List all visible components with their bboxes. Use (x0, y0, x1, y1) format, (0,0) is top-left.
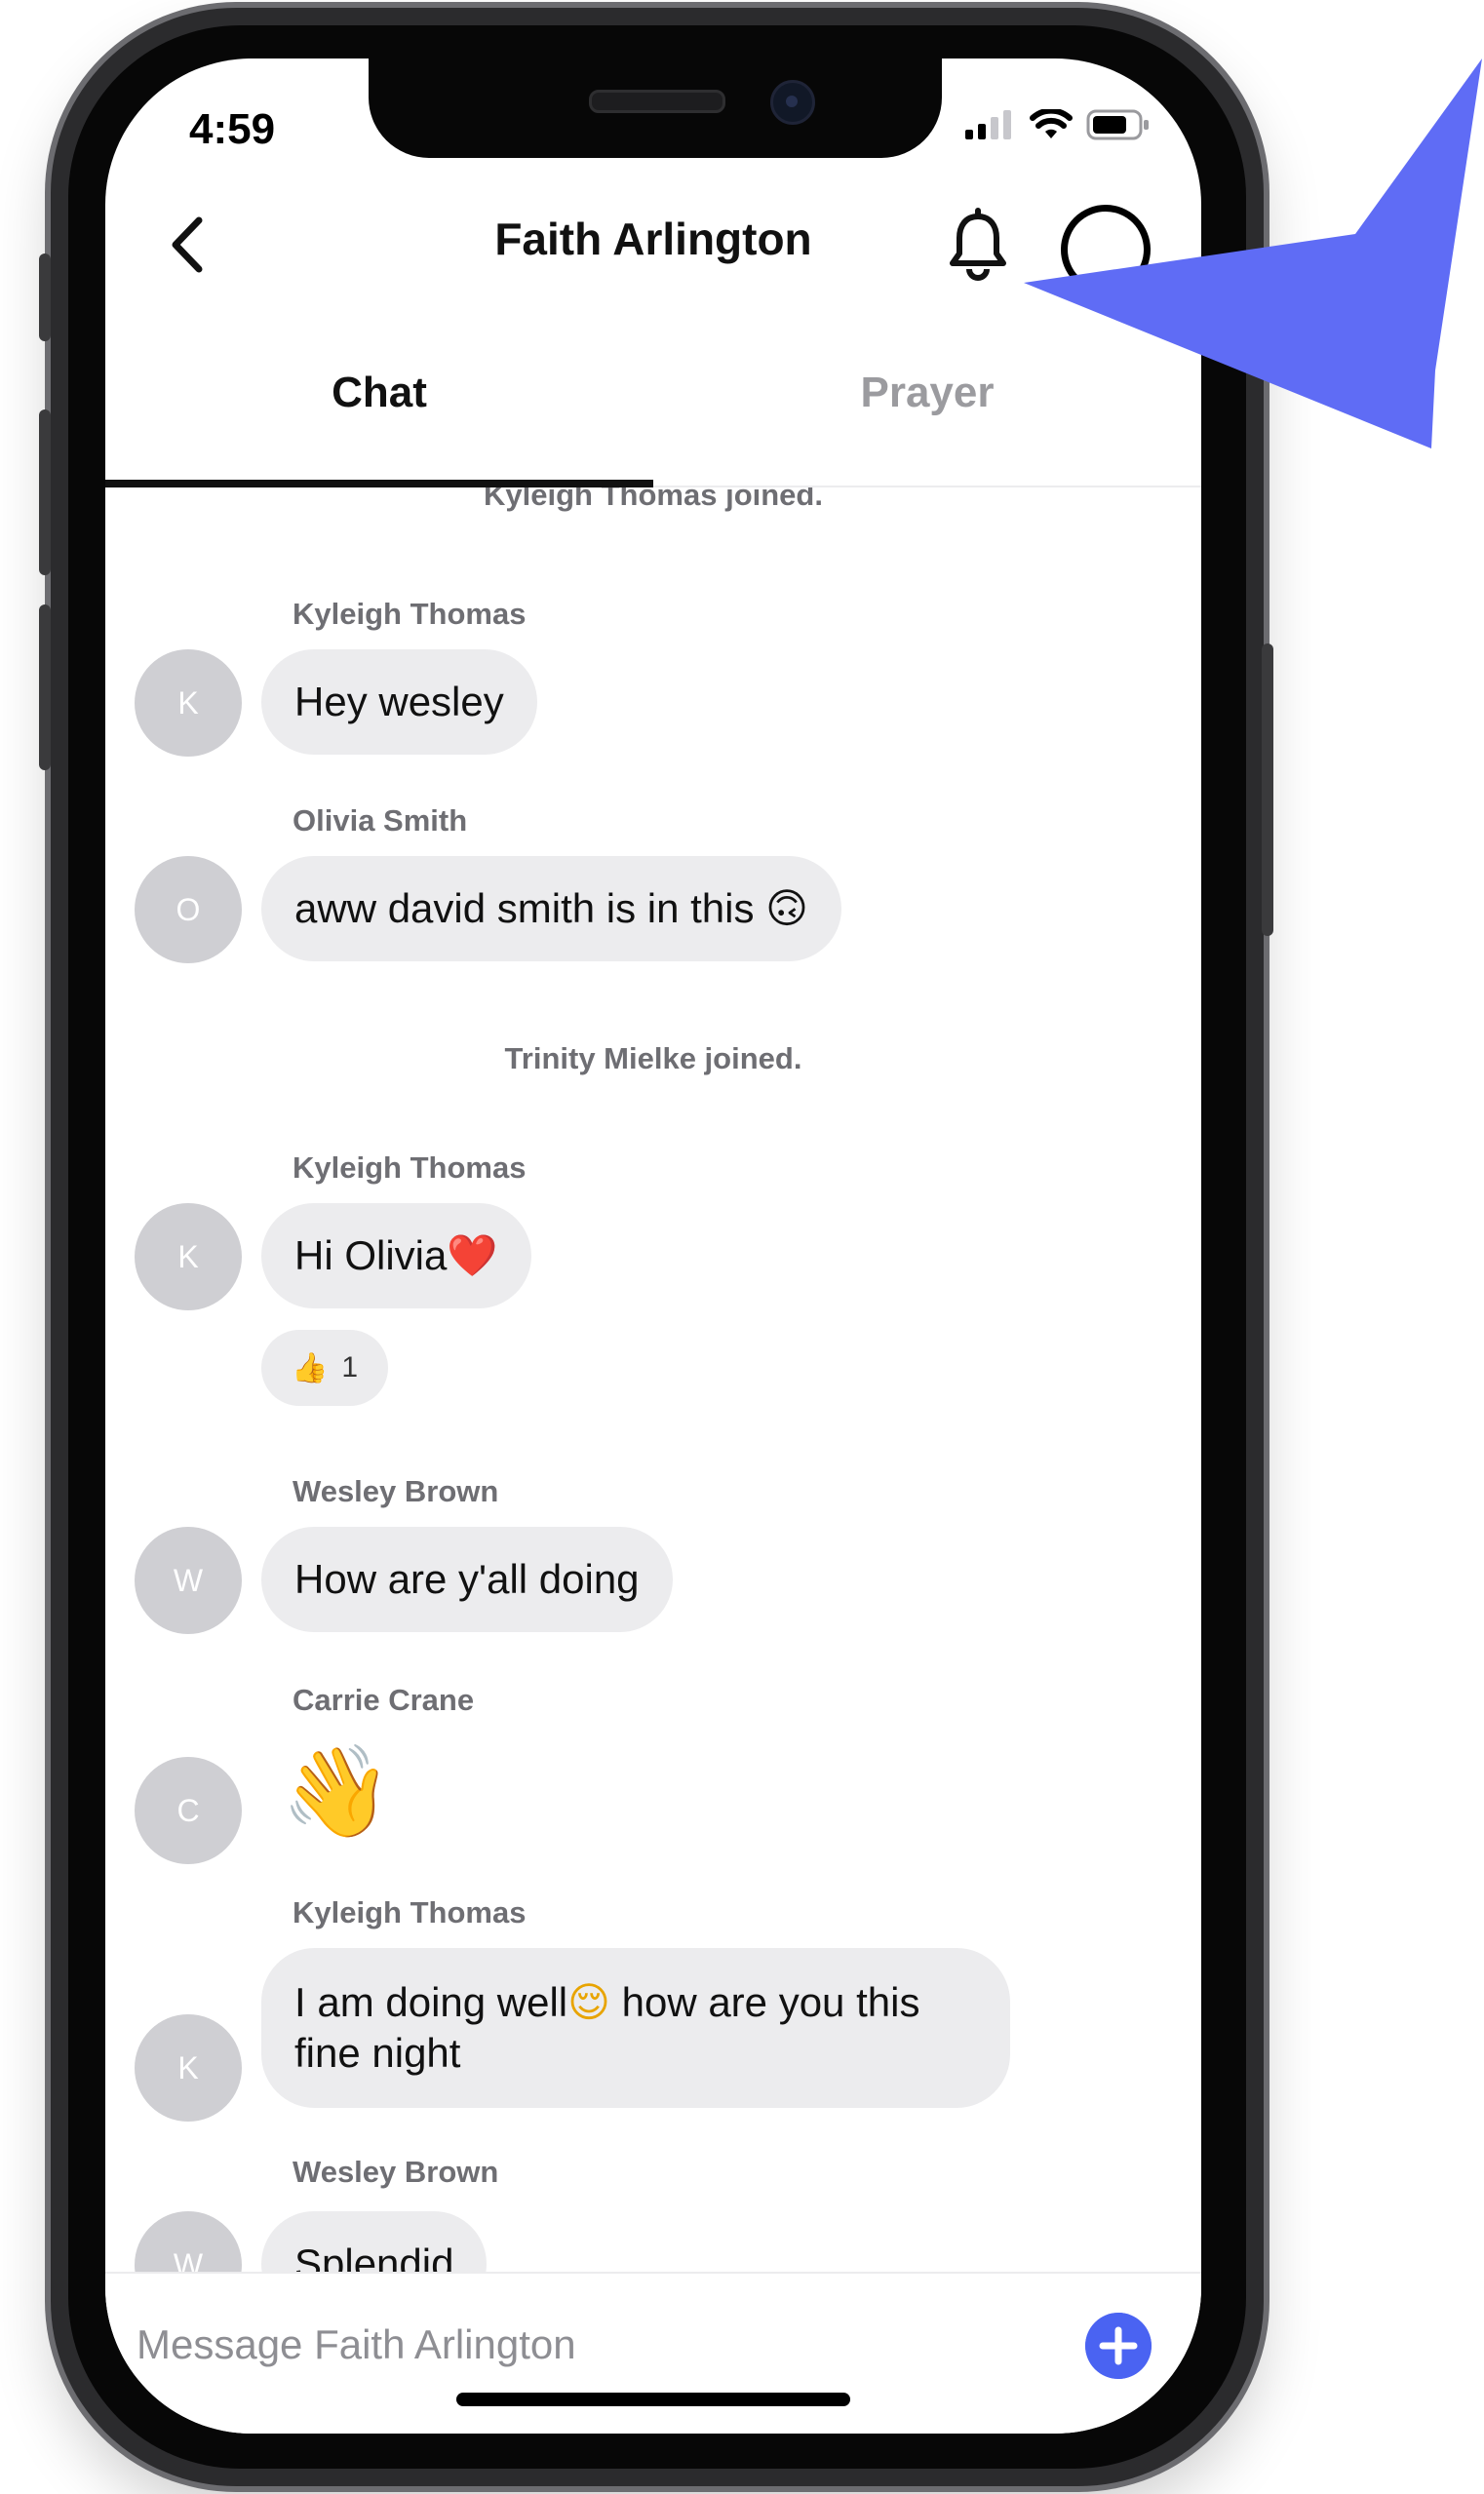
front-camera (770, 80, 815, 125)
message-text: How are y'all doing (294, 1556, 640, 1602)
avatar[interactable]: K (135, 2014, 242, 2122)
message-composer (105, 2272, 1201, 2434)
message-text: I am doing well (294, 1979, 568, 2025)
volume-down-button (39, 604, 51, 770)
message-sender: Wesley Brown (293, 2155, 499, 2189)
red-heart-emoji: ❤️ (447, 1231, 498, 1279)
message-sender: Kyleigh Thomas (293, 597, 527, 631)
earpiece-speaker (589, 90, 725, 113)
thumbs-up-icon: 👍 (291, 1350, 329, 1385)
power-button (1262, 643, 1273, 936)
avatar[interactable]: W (135, 2211, 242, 2272)
message-sender: Carrie Crane (293, 1683, 475, 1717)
avatar[interactable]: C (135, 1757, 242, 1864)
waving-hand-emoji[interactable]: 👋 (281, 1739, 393, 1845)
home-indicator[interactable] (456, 2393, 850, 2406)
message-bubble[interactable]: I am doing well😌 how are you this fine n… (261, 1948, 1010, 2108)
avatar[interactable]: W (135, 1527, 242, 1634)
avatar[interactable]: K (135, 649, 242, 757)
tab-active-indicator (105, 480, 653, 487)
message-list[interactable]: Kyleigh Thomas joined. Kyleigh Thomas K … (105, 487, 1201, 2272)
message-text: Hey wesley (294, 679, 504, 724)
message-sender: Kyleigh Thomas (293, 1150, 527, 1185)
system-message: Trinity Mielke joined. (504, 1041, 802, 1075)
upside-down-face-emoji: 🙃 (765, 884, 808, 932)
system-message: Kyleigh Thomas joined. (484, 487, 823, 512)
message-input[interactable] (135, 2313, 1065, 2377)
notch (369, 58, 942, 158)
reaction-pill[interactable]: 👍 1 (261, 1330, 388, 1406)
avatar[interactable]: K (135, 1203, 242, 1310)
status-time: 4:59 (189, 105, 276, 153)
message-sender: Wesley Brown (293, 1474, 499, 1508)
message-bubble[interactable]: Splendid (261, 2211, 488, 2272)
message-sender: Kyleigh Thomas (293, 1895, 527, 1929)
message-text: Splendid (294, 2241, 454, 2272)
message-sender: Olivia Smith (293, 803, 468, 838)
message-text: aww david smith is in this (294, 885, 755, 931)
avatar[interactable]: O (135, 856, 242, 963)
mute-switch (39, 253, 51, 341)
volume-up-button (39, 409, 51, 575)
pointer-arrow-icon (1024, 58, 1482, 448)
reaction-count: 1 (341, 1351, 359, 1383)
relieved-face-emoji: 😌 (567, 1978, 610, 2026)
message-text: Hi Olivia (294, 1232, 448, 1278)
message-bubble[interactable]: Hi Olivia❤️ (261, 1203, 531, 1308)
bell-icon[interactable] (944, 207, 1012, 285)
message-bubble[interactable]: How are y'all doing (261, 1527, 673, 1632)
message-bubble[interactable]: aww david smith is in this 🙃 (261, 856, 841, 961)
plus-icon[interactable] (1085, 2313, 1152, 2379)
tab-chat[interactable]: Chat (105, 351, 653, 487)
message-bubble[interactable]: Hey wesley (261, 649, 537, 755)
